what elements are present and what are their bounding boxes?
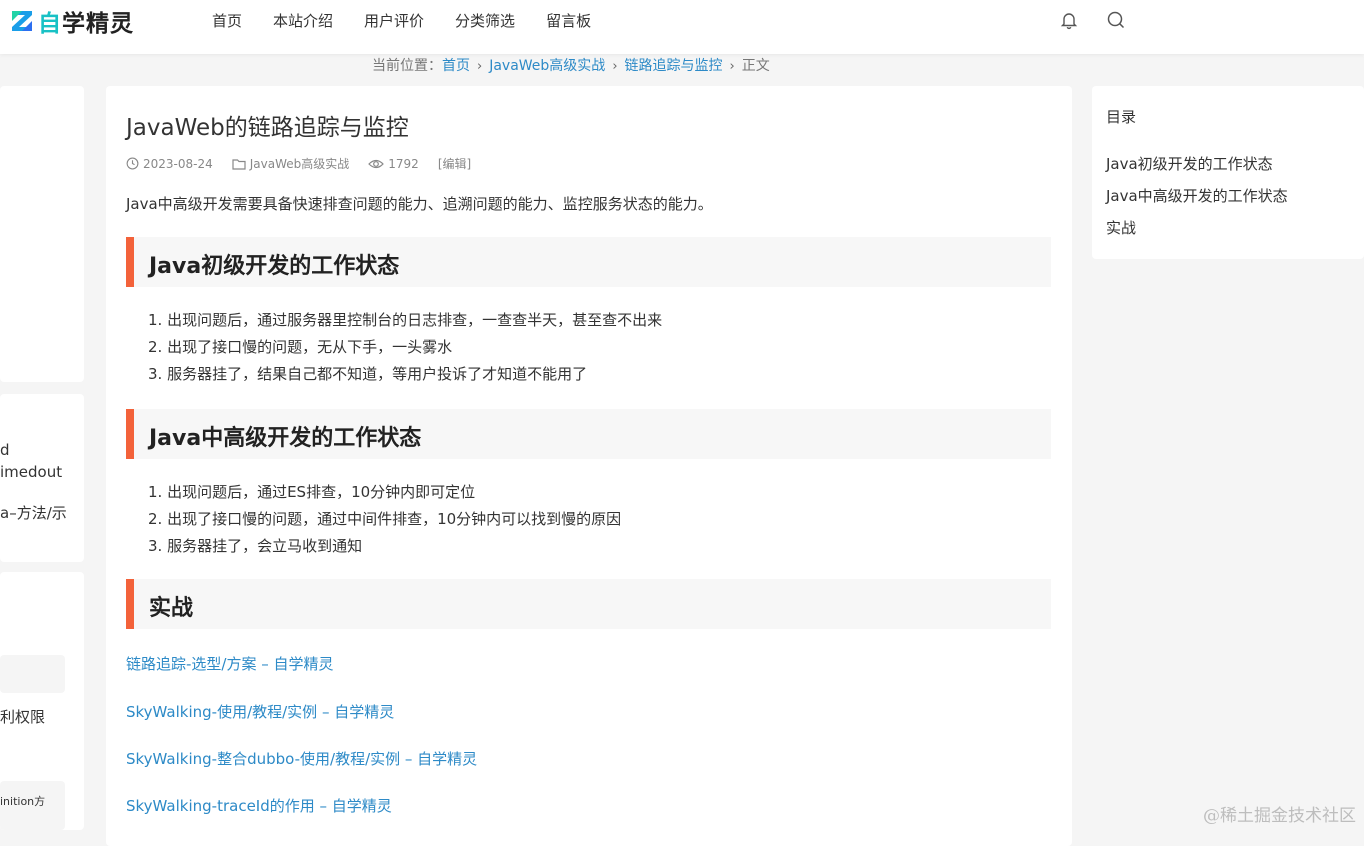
breadcrumb-current: 正文	[741, 58, 770, 74]
meta-views-count: 1792	[388, 156, 419, 171]
logo-text: 自学精灵	[38, 4, 134, 38]
section-heading-text: Java初级开发的工作状态	[149, 254, 400, 279]
eye-icon	[368, 159, 385, 168]
breadcrumb-separator: ›	[729, 59, 735, 74]
breadcrumb-topic[interactable]: 链路追踪与监控	[625, 58, 723, 74]
article-link[interactable]: SkyWalking-整合dubbo-使用/教程/实例 – 自学精灵	[126, 748, 477, 769]
toc-item[interactable]: Java初级开发的工作状态	[1106, 153, 1273, 174]
toc-item[interactable]: 实战	[1106, 217, 1136, 238]
breadcrumb-separator: ›	[477, 59, 483, 74]
clock-icon	[126, 157, 139, 170]
article-link[interactable]: SkyWalking-traceId的作用 – 自学精灵	[126, 795, 392, 816]
folder-icon	[232, 158, 246, 170]
nav-about[interactable]: 本站介绍	[273, 10, 333, 32]
toc-item[interactable]: Java中高级开发的工作状态	[1106, 185, 1288, 206]
section-heading: 实战	[126, 579, 1051, 629]
logo-z-icon	[10, 9, 36, 33]
left-widget-text[interactable]: a–方法/示	[0, 502, 67, 523]
breadcrumb-home[interactable]: 首页	[442, 58, 470, 74]
list-item: 1. 出现问题后，通过服务器里控制台的日志排查，一查查半天，甚至查不出来	[148, 311, 663, 329]
search-icon[interactable]	[1106, 10, 1126, 30]
breadcrumb-separator: ›	[612, 59, 618, 74]
meta-category[interactable]: JavaWeb高级实战	[232, 155, 350, 172]
left-widget-card: 利权限 inition方	[0, 572, 84, 830]
watermark: @稀土掘金技术社区	[1203, 806, 1356, 826]
edit-link[interactable]: [编辑]	[438, 155, 471, 172]
nav-message-board[interactable]: 留言板	[546, 10, 591, 32]
left-widget-text[interactable]: d	[0, 441, 10, 459]
nav-home[interactable]: 首页	[212, 10, 242, 32]
left-widget-card	[0, 86, 84, 382]
header-actions	[1059, 10, 1126, 30]
nav-reviews[interactable]: 用户评价	[364, 10, 424, 32]
left-widget-item[interactable]	[0, 655, 65, 693]
main-nav: 首页 本站介绍 用户评价 分类筛选 留言板	[212, 10, 622, 32]
article-intro: Java中高级开发需要具备快速排查问题的能力、追溯问题的能力、监控服务状态的能力…	[126, 195, 713, 213]
list-item: 3. 服务器挂了，会立马收到通知	[148, 537, 363, 555]
logo-text-zi: 自	[38, 11, 62, 37]
section-heading: Java初级开发的工作状态	[126, 237, 1051, 287]
nav-category-filter[interactable]: 分类筛选	[455, 10, 515, 32]
toc-title: 目录	[1106, 108, 1137, 126]
section-list: 1. 出现问题后，通过服务器里控制台的日志排查，一查查半天，甚至查不出来 2. …	[148, 307, 662, 388]
article-link[interactable]: SkyWalking-使用/教程/实例 – 自学精灵	[126, 701, 394, 722]
logo-text-rest: 学精灵	[62, 11, 134, 37]
left-widget-item[interactable]: inition方	[0, 781, 65, 830]
article-card: JavaWeb的链路追踪与监控 2023-08-24 JavaWeb高级实战 1…	[106, 86, 1072, 846]
meta-category-text[interactable]: JavaWeb高级实战	[250, 155, 350, 172]
meta-date: 2023-08-24	[126, 157, 213, 171]
list-item: 2. 出现了接口慢的问题，通过中间件排查，10分钟内可以找到慢的原因	[148, 510, 622, 528]
section-heading-text: Java中高级开发的工作状态	[149, 426, 422, 451]
table-of-contents: 目录 Java初级开发的工作状态 Java中高级开发的工作状态 实战	[1092, 86, 1364, 259]
article-title: JavaWeb的链路追踪与监控	[126, 115, 409, 141]
breadcrumb-prefix: 当前位置：	[372, 58, 442, 74]
left-widget-text[interactable]: imedout	[0, 463, 62, 481]
list-item: 1. 出现问题后，通过ES排查，10分钟内即可定位	[148, 483, 476, 501]
section-list: 1. 出现问题后，通过ES排查，10分钟内即可定位 2. 出现了接口慢的问题，通…	[148, 479, 621, 560]
meta-views: 1792	[368, 157, 419, 171]
breadcrumb: 当前位置：首页 › JavaWeb高级实战 › 链路追踪与监控 › 正文	[372, 56, 770, 77]
meta-date-text: 2023-08-24	[143, 156, 213, 171]
article-meta: 2023-08-24 JavaWeb高级实战 1792 [编辑]	[126, 155, 490, 172]
left-widget-text[interactable]: 利权限	[0, 706, 45, 727]
top-navbar: 自学精灵 首页 本站介绍 用户评价 分类筛选 留言板	[0, 0, 1364, 54]
left-widget-text: inition方	[0, 795, 46, 808]
section-heading-text: 实战	[149, 596, 194, 621]
bell-icon[interactable]	[1059, 10, 1079, 30]
list-item: 2. 出现了接口慢的问题，无从下手，一头雾水	[148, 338, 453, 356]
list-item: 3. 服务器挂了，结果自己都不知道，等用户投诉了才知道不能用了	[148, 365, 588, 383]
site-logo[interactable]: 自学精灵	[10, 4, 134, 38]
section-heading: Java中高级开发的工作状态	[126, 409, 1051, 459]
left-widget-card: d imedout a–方法/示	[0, 394, 84, 562]
breadcrumb-category[interactable]: JavaWeb高级实战	[489, 58, 605, 74]
article-link[interactable]: 链路追踪-选型/方案 – 自学精灵	[126, 653, 334, 674]
